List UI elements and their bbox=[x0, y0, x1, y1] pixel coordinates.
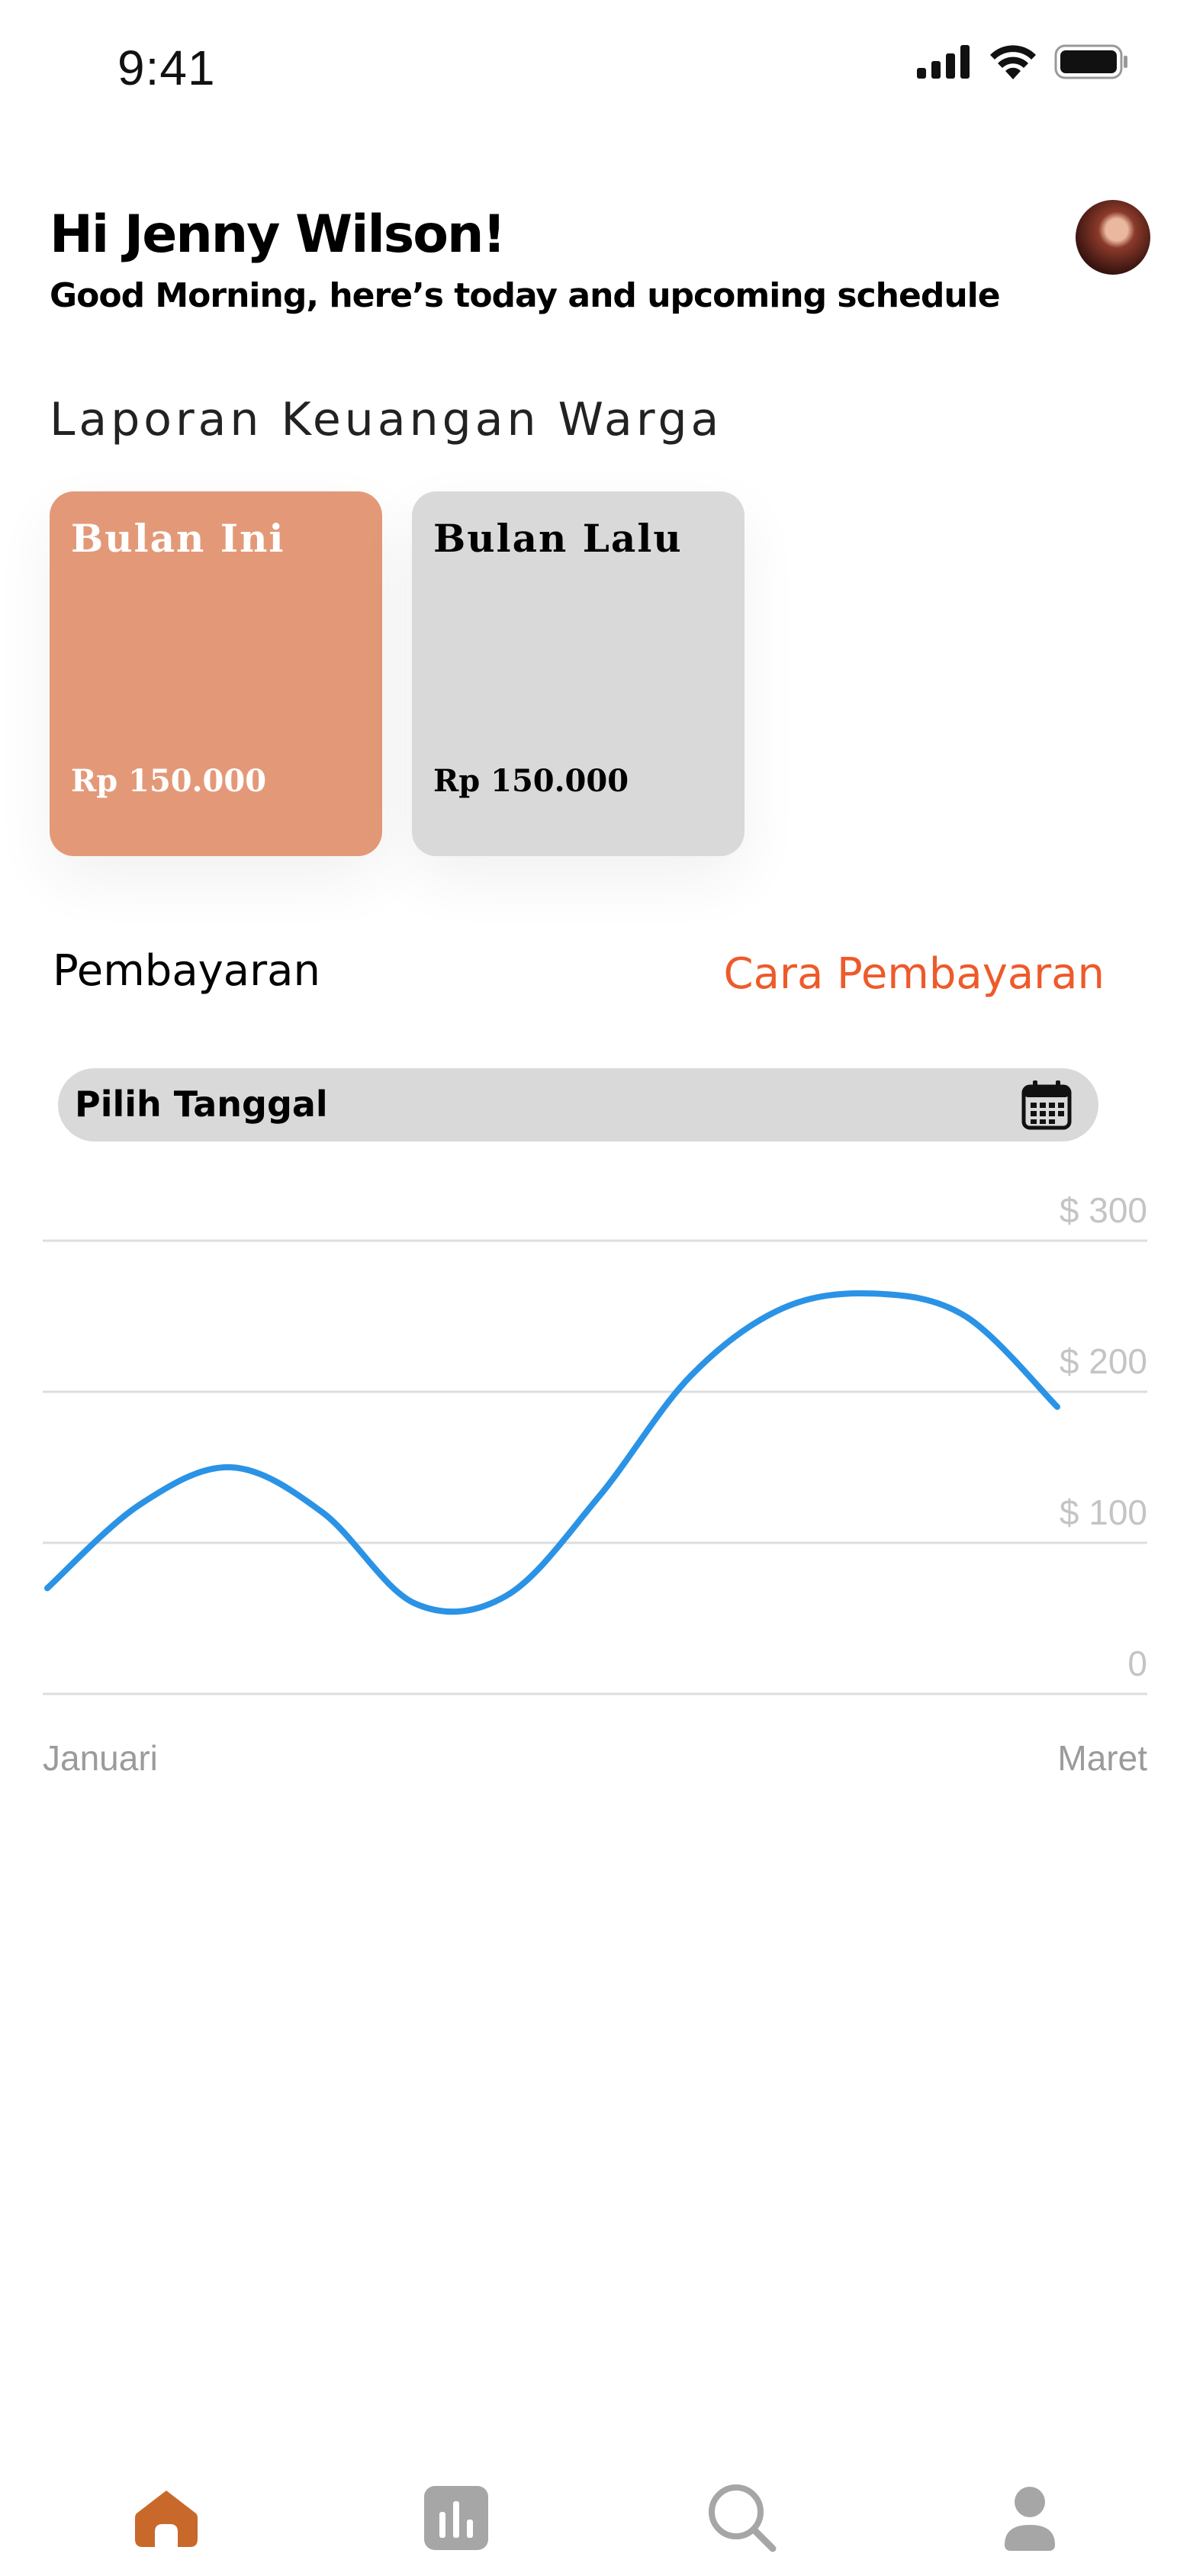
card-label: Bulan Ini bbox=[71, 516, 285, 561]
status-icons bbox=[917, 44, 1129, 79]
avatar[interactable] bbox=[1076, 200, 1150, 275]
card-amount: Rp 150.000 bbox=[433, 763, 629, 799]
date-picker-label: Pilih Tanggal bbox=[75, 1084, 328, 1125]
nav-home[interactable] bbox=[128, 2480, 204, 2556]
section-title: Laporan Keuangan Warga bbox=[50, 393, 723, 446]
chart-y-tick-label: $ 300 bbox=[1060, 1190, 1147, 1230]
chart-y-tick-label: $ 100 bbox=[1060, 1492, 1147, 1532]
chart-y-tick-label: $ 200 bbox=[1060, 1341, 1147, 1381]
card-bulan-lalu[interactable]: Bulan Lalu Rp 150.000 bbox=[412, 491, 745, 856]
profile-icon bbox=[1005, 2487, 1055, 2551]
greeting-subtitle: Good Morning, here’s today and upcoming … bbox=[50, 276, 1001, 315]
signal-icon bbox=[917, 45, 970, 79]
greeting-title: Hi Jenny Wilson! bbox=[50, 204, 506, 265]
search-icon bbox=[709, 2484, 777, 2552]
home-icon bbox=[135, 2491, 198, 2547]
payment-chart: $ 300 $ 200 $ 100 0 Januari Maret bbox=[43, 1190, 1147, 1778]
nav-search[interactable] bbox=[704, 2480, 780, 2556]
bar-chart-icon bbox=[424, 2486, 488, 2550]
card-label: Bulan Lalu bbox=[433, 516, 683, 561]
chart-series-line bbox=[44, 1290, 1060, 1615]
wifi-icon bbox=[990, 45, 1036, 79]
card-amount: Rp 150.000 bbox=[71, 763, 267, 799]
bottom-nav bbox=[0, 2465, 1190, 2576]
status-time: 9:41 bbox=[117, 40, 216, 95]
date-picker[interactable]: Pilih Tanggal bbox=[58, 1068, 1098, 1141]
battery-icon bbox=[1054, 44, 1127, 79]
payment-guide-link[interactable]: Cara Pembayaran bbox=[724, 949, 1105, 999]
nav-stats[interactable] bbox=[418, 2480, 494, 2556]
payment-title: Pembayaran bbox=[53, 946, 320, 996]
card-bulan-ini[interactable]: Bulan Ini Rp 150.000 bbox=[50, 491, 382, 856]
calendar-icon[interactable] bbox=[1021, 1079, 1073, 1131]
chart-x-tick-label: Januari bbox=[43, 1738, 158, 1778]
chart-y-tick-label: 0 bbox=[1127, 1644, 1147, 1683]
chart-x-tick-label: Maret bbox=[1057, 1738, 1147, 1778]
nav-profile[interactable] bbox=[992, 2480, 1068, 2556]
